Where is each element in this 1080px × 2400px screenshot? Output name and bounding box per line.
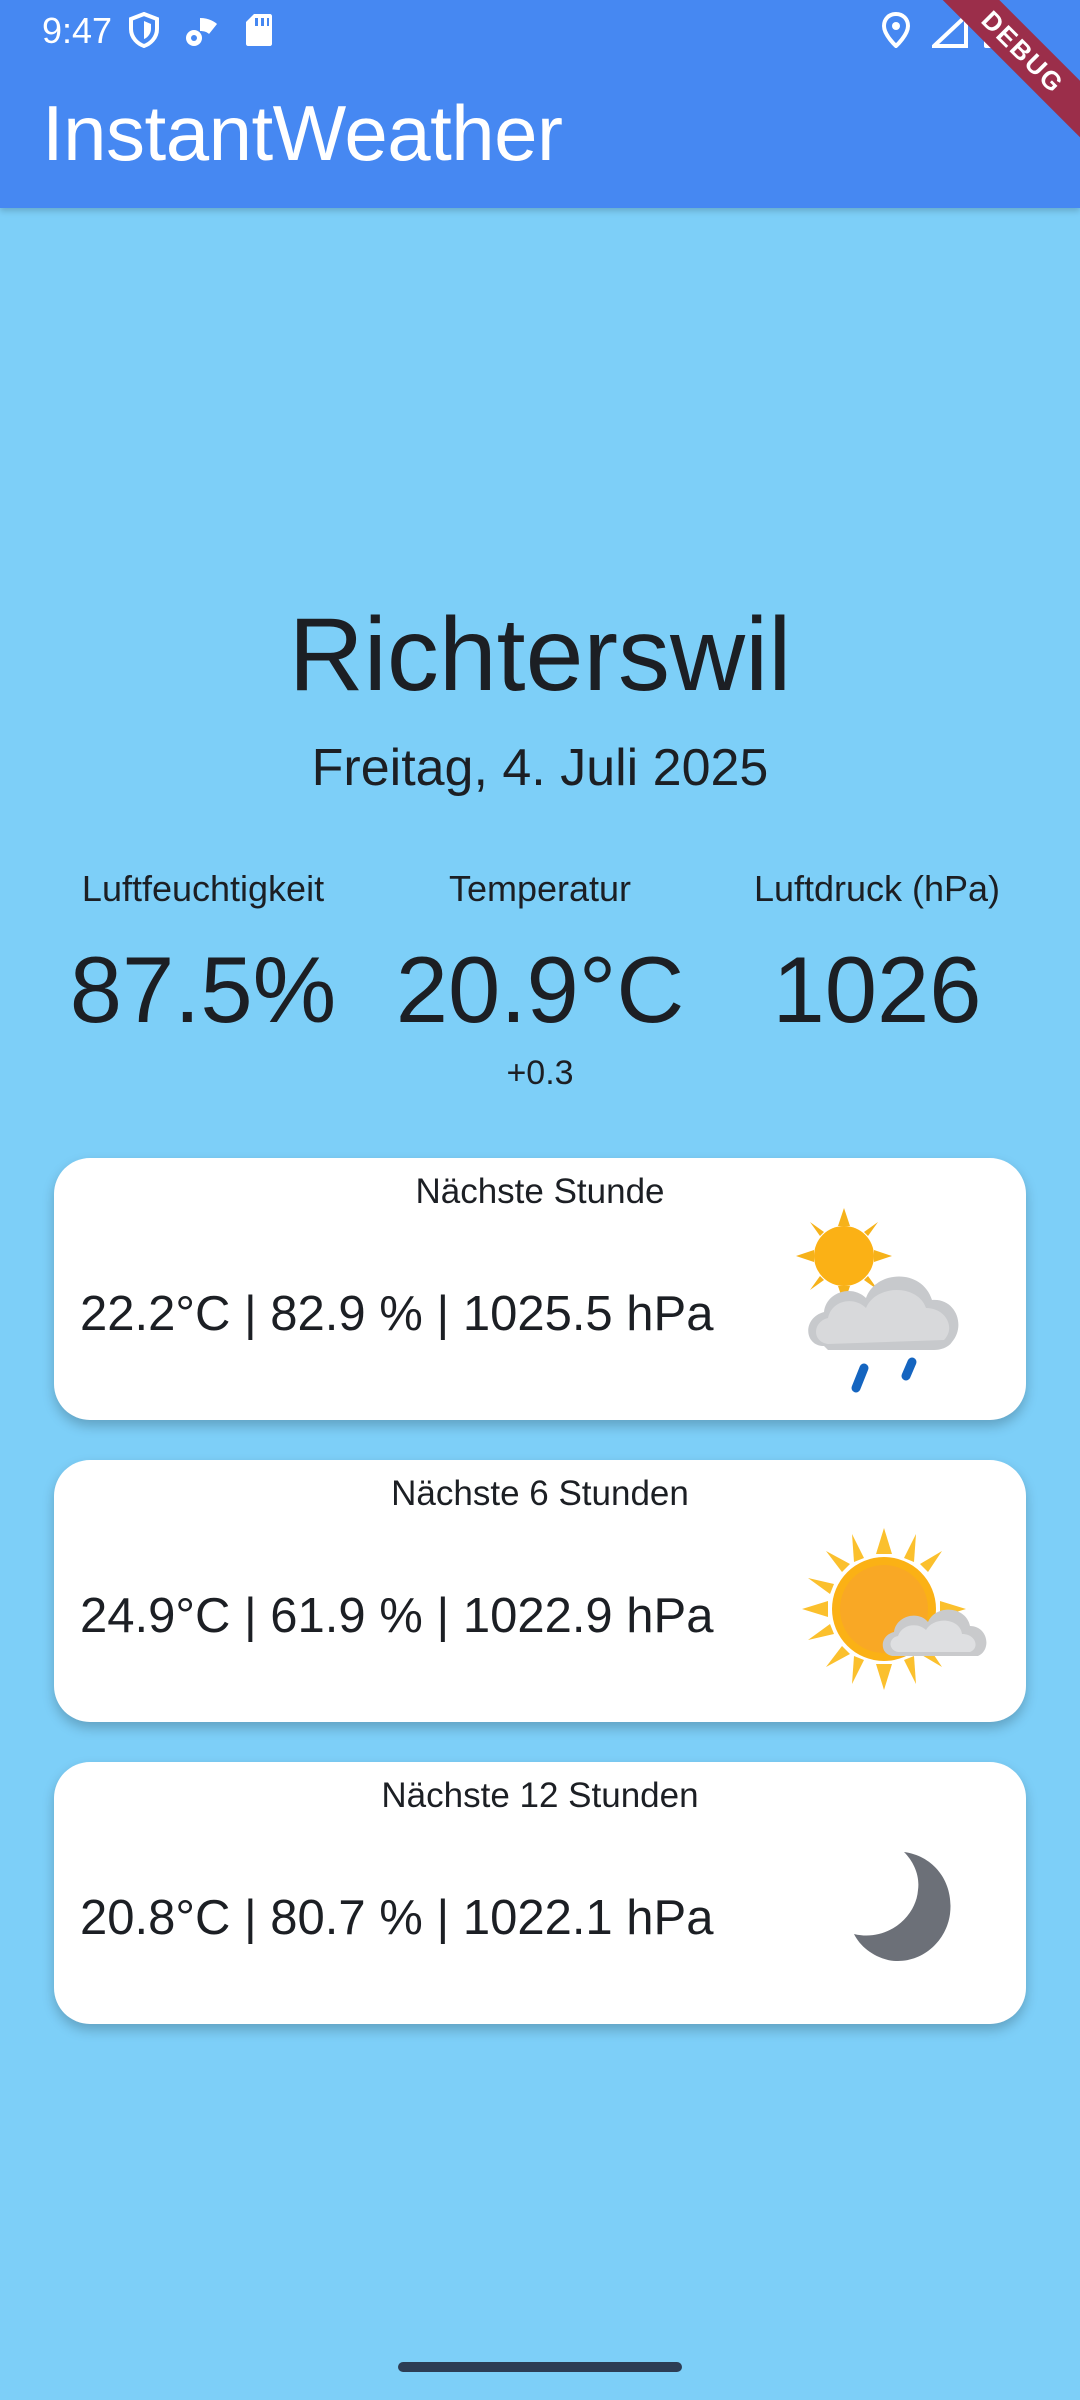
home-indicator[interactable] xyxy=(398,2362,682,2372)
humidity-metric: Luftfeuchtigkeit 87.5% xyxy=(38,868,368,1044)
temperature-label: Temperatur xyxy=(448,868,632,909)
app-bar: 9:47 InstantWeather xyxy=(0,0,1080,208)
city-name: Richterswil xyxy=(288,597,792,713)
forecast-card-next-6-hours[interactable]: Nächste 6 Stunden 24.9°C | 61.9 % | 1022… xyxy=(54,1460,1026,1722)
status-time: 9:47 xyxy=(42,10,113,51)
forecast-card-next-12-hours[interactable]: Nächste 12 Stunden 20.8°C | 80.7 % | 102… xyxy=(54,1762,1026,2024)
forecast-values: 22.2°C | 82.9 % | 1025.5 hPa xyxy=(80,1287,714,1341)
humidity-label: Luftfeuchtigkeit xyxy=(81,868,325,909)
battery-icon xyxy=(982,10,1006,55)
forecast-values: 20.8°C | 80.7 % | 1022.1 hPa xyxy=(80,1891,714,1945)
pressure-metric: Luftdruck (hPa) 1026 xyxy=(712,868,1042,1044)
temperature-delta: +0.3 xyxy=(506,1054,574,1092)
sun-behind-cloud-icon xyxy=(794,1508,1004,1722)
signal-icon xyxy=(928,11,968,53)
pressure-value: 1026 xyxy=(772,937,982,1042)
humidity-value: 87.5% xyxy=(69,937,337,1042)
moon-icon xyxy=(794,1810,1004,2024)
status-bar: 9:47 xyxy=(0,0,1080,64)
temperature-value: 20.9°C xyxy=(395,937,685,1042)
forecast-card-next-hour[interactable]: Nächste Stunde 22.2°C | 82.9 % | 1025.5 … xyxy=(54,1158,1026,1420)
location-icon xyxy=(881,11,911,53)
current-date: Freitag, 4. Juli 2025 xyxy=(311,739,769,797)
temperature-metric: Temperatur 20.9°C xyxy=(375,868,705,1044)
sun-cloud-rain-icon xyxy=(794,1206,1004,1420)
sd-card-icon xyxy=(244,12,274,53)
wifi-settings-icon xyxy=(182,14,218,53)
shield-icon xyxy=(128,11,160,53)
forecast-values: 24.9°C | 61.9 % | 1022.9 hPa xyxy=(80,1589,714,1643)
pressure-label: Luftdruck (hPa) xyxy=(753,868,1001,909)
app-title: InstantWeather xyxy=(42,89,563,177)
